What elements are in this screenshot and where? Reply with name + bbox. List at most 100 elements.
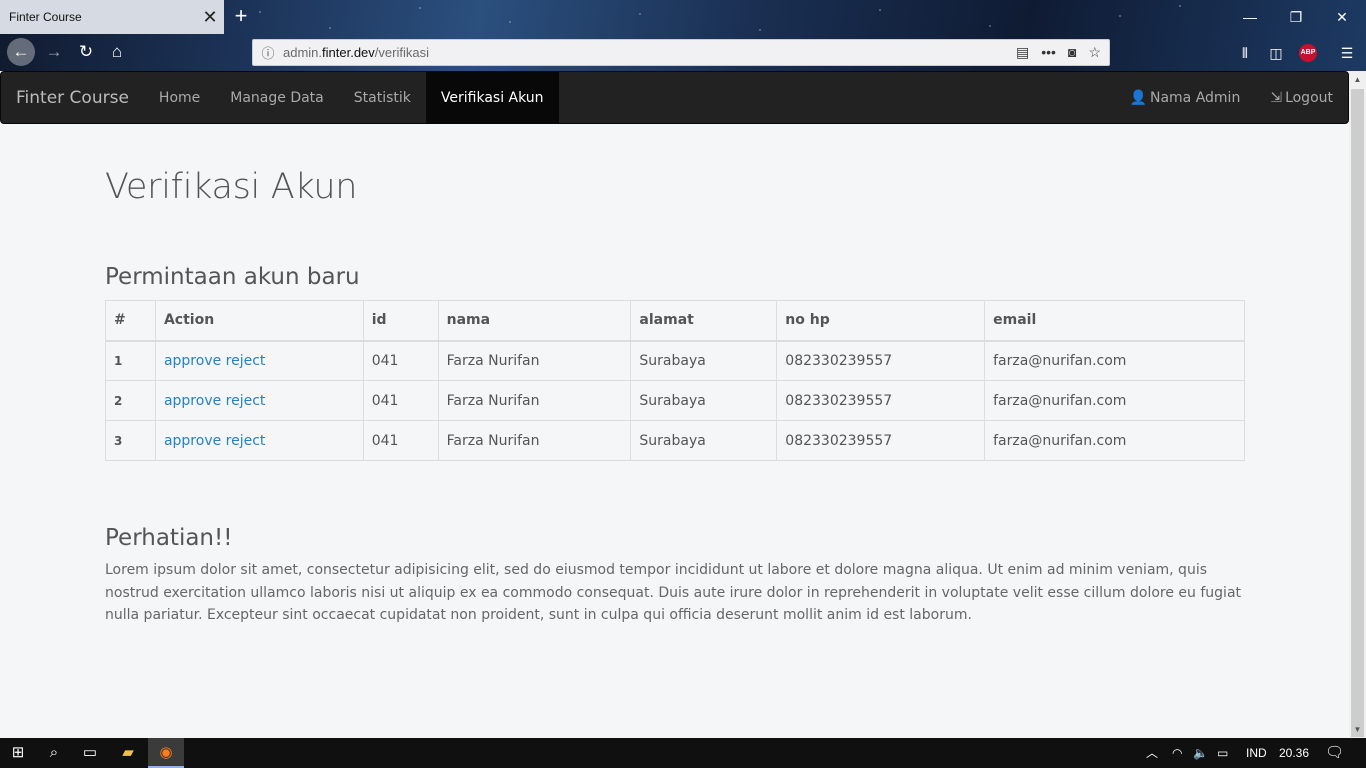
row-no-hp: 082330239557 [776,340,986,381]
scroll-up-icon[interactable]: ▲ [1349,71,1366,88]
table-header-row: # Action id nama alamat no hp email [105,300,1245,342]
reject-link[interactable]: reject [226,433,266,449]
page-scrollbar[interactable]: ▲ ▼ [1349,71,1366,738]
url-path: /verifikasi [374,45,429,60]
notification-icon[interactable]: 🗨 [1325,738,1344,768]
nav-manage-data[interactable]: Manage Data [215,72,339,123]
user-icon: 👤 [1129,89,1147,106]
logout-icon: ⇲ [1270,89,1283,106]
row-id: 041 [362,340,439,381]
windows-taskbar: ⊞ ⌕ ▭ ▰ ◉ ︿ ◠ 🔈 ▭ IND 20.36 🗨 [0,738,1366,768]
url-prefix: admin. [283,45,323,60]
tab-title: Finter Course [9,10,82,24]
nav-home[interactable]: Home [144,72,215,123]
home-icon[interactable]: ⌂ [103,38,131,66]
navbar-brand[interactable]: Finter Course [1,72,144,123]
info-icon[interactable]: ⓘ [253,43,283,62]
scroll-thumb[interactable] [1351,89,1364,737]
url-actions: ▤ ••• ◙ ☆ [1016,44,1109,61]
input-language[interactable]: IND [1246,738,1267,768]
windows-start-icon[interactable]: ⊞ [0,738,36,768]
navbar-right: 👤 Nama Admin ⇲ Logout [1115,72,1348,123]
table-row: 1 approve reject 041 Farza Nurifan Surab… [105,340,1245,381]
reject-link[interactable]: reject [226,353,266,369]
account-requests-table: # Action id nama alamat no hp email 1 ap… [105,300,1245,461]
new-tab-button[interactable]: + [228,4,254,30]
row-actions: approve reject [154,420,364,461]
browser-chrome: Finter Course ✕ + — ❐ ✕ ← → ↻ ⌂ ⓘ admin.… [0,0,1366,71]
row-nama: Farza Nurifan [437,420,632,461]
volume-icon[interactable]: 🔈 [1193,738,1208,768]
row-alamat: Surabaya [630,340,778,381]
search-icon[interactable]: ⌕ [36,738,72,768]
battery-icon[interactable]: ▭ [1217,738,1228,768]
col-header-action: Action [154,300,364,342]
adblock-icon[interactable]: ABP [1299,44,1317,62]
row-num: 1 [105,340,156,381]
warning-text: Lorem ipsum dolor sit amet, consectetur … [105,562,1242,623]
col-header-no-hp: no hp [776,300,986,342]
pocket-icon[interactable]: ◙ [1068,44,1076,61]
nav-user[interactable]: 👤 Nama Admin [1115,72,1256,123]
clock[interactable]: 20.36 [1279,738,1309,768]
row-alamat: Surabaya [630,380,778,421]
row-no-hp: 082330239557 [776,380,986,421]
more-actions-icon[interactable]: ••• [1041,44,1056,61]
url-host: finter.dev [322,45,375,60]
reader-view-icon[interactable]: ▤ [1016,44,1029,61]
col-header-email: email [984,300,1245,342]
wifi-icon[interactable]: ◠ [1172,738,1182,768]
library-icon[interactable]: ⫴ [1234,42,1256,64]
warning-title: Perhatian!! [105,525,233,551]
row-num: 2 [105,380,156,421]
row-nama: Farza Nurifan [437,380,632,421]
col-header-nama: nama [437,300,632,342]
row-no-hp: 082330239557 [776,420,986,461]
file-explorer-icon[interactable]: ▰ [110,738,146,768]
menu-icon[interactable]: ☰ [1336,42,1358,64]
nav-logout[interactable]: ⇲ Logout [1255,72,1348,123]
minimize-button[interactable]: — [1230,6,1270,28]
task-view-icon[interactable]: ▭ [72,738,108,768]
row-alamat: Surabaya [630,420,778,461]
main-content: Verifikasi Akun Permintaan akun baru # A… [105,124,1245,627]
forward-icon[interactable]: → [40,38,68,66]
col-header-id: id [362,300,439,342]
row-id: 041 [362,380,439,421]
browser-tab[interactable]: Finter Course ✕ [0,0,224,34]
firefox-icon[interactable]: ◉ [148,738,184,768]
url-bar[interactable]: ⓘ admin.finter.dev/verifikasi ▤ ••• ◙ ☆ [252,39,1110,66]
back-icon[interactable]: ← [7,38,35,66]
site-navbar: Finter Course Home Manage Data Statistik… [0,71,1349,124]
row-actions: approve reject [154,340,364,381]
row-email: farza@nurifan.com [984,340,1245,381]
reload-icon[interactable]: ↻ [72,38,100,66]
row-nama: Farza Nurifan [437,340,632,381]
row-actions: approve reject [154,380,364,421]
row-num: 3 [105,420,156,461]
bookmark-star-icon[interactable]: ☆ [1088,44,1101,61]
approve-link[interactable]: approve [164,353,221,369]
approve-link[interactable]: approve [164,393,221,409]
row-id: 041 [362,420,439,461]
approve-link[interactable]: approve [164,433,221,449]
section-title: Permintaan akun baru [105,264,360,290]
col-header-num: # [105,300,156,342]
close-window-button[interactable]: ✕ [1322,6,1362,28]
table-row: 3 approve reject 041 Farza Nurifan Surab… [105,420,1245,461]
table-row: 2 approve reject 041 Farza Nurifan Surab… [105,380,1245,421]
nav-verifikasi-akun[interactable]: Verifikasi Akun [425,72,559,123]
nav-statistik[interactable]: Statistik [339,72,426,123]
nav-user-label: Nama Admin [1149,89,1241,106]
page-title: Verifikasi Akun [105,167,358,207]
tray-chevron-icon[interactable]: ︿ [1146,738,1158,768]
row-email: farza@nurifan.com [984,380,1245,421]
col-header-alamat: alamat [630,300,778,342]
nav-logout-label: Logout [1285,89,1333,106]
sidebar-icon[interactable]: ◫ [1265,42,1287,64]
restore-button[interactable]: ❐ [1276,6,1316,28]
scroll-down-icon[interactable]: ▼ [1349,721,1366,738]
tab-close-icon[interactable]: ✕ [196,7,224,28]
reject-link[interactable]: reject [226,393,266,409]
row-email: farza@nurifan.com [984,420,1245,461]
